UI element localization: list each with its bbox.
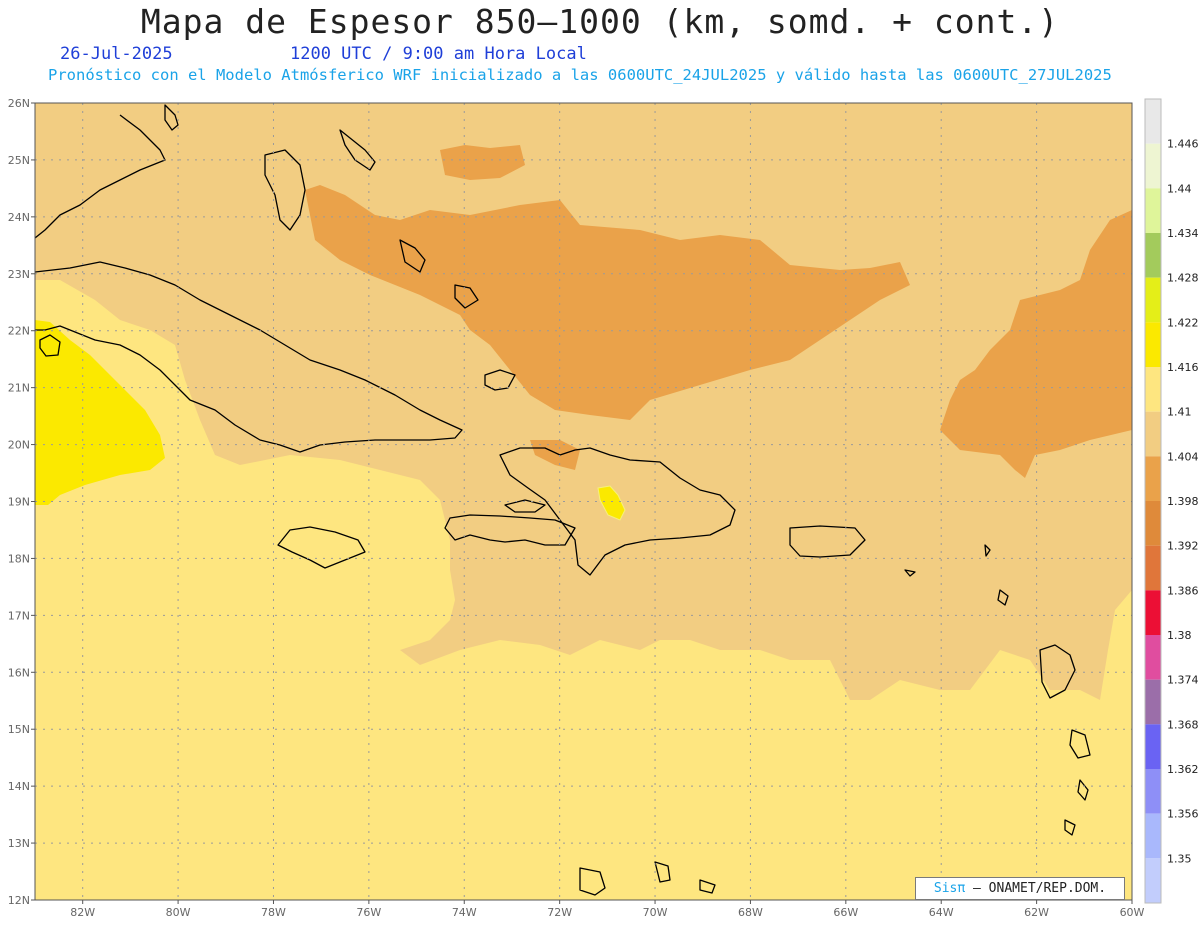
colorbar-swatch <box>1145 635 1161 680</box>
lat-label: 22N <box>8 325 30 338</box>
colorbar-swatch <box>1145 456 1161 501</box>
colorbar-swatch <box>1145 590 1161 635</box>
colorbar-swatch <box>1145 322 1161 367</box>
colorbar-swatch <box>1145 233 1161 278</box>
lon-label: 80W <box>166 906 191 919</box>
colorbar-swatch <box>1145 143 1161 189</box>
lon-label: 66W <box>833 906 858 919</box>
thickness-map: 26N 25N 24N 23N 22N 21N 20N 19N 18N 17N 16N 15N 14N 1… <box>8 97 1199 919</box>
credit-text: – ONAMET/REP.DOM. <box>965 881 1107 896</box>
colorbar-label: 1.38 <box>1167 629 1192 642</box>
lat-label: 18N <box>8 552 30 565</box>
lat-label: 19N <box>8 496 30 509</box>
colorbar-label: 1.398 <box>1167 495 1199 508</box>
colorbar-swatch <box>1145 367 1161 412</box>
colorbar-label: 1.374 <box>1167 674 1199 687</box>
lat-label: 21N <box>8 382 30 395</box>
lat-label: 15N <box>8 723 30 736</box>
colorbar-label: 1.416 <box>1167 361 1199 374</box>
lon-label: 62W <box>1024 906 1049 919</box>
colorbar-label: 1.368 <box>1167 718 1199 731</box>
colorbar-swatch <box>1145 545 1161 591</box>
lat-label: 25N <box>8 154 30 167</box>
colorbar-label: 1.434 <box>1167 227 1199 240</box>
colorbar-label: 1.386 <box>1167 584 1199 597</box>
colorbar-swatch <box>1145 99 1161 144</box>
map-plot-area <box>35 103 1132 900</box>
colorbar-label: 1.392 <box>1167 540 1199 553</box>
colorbar-swatch <box>1145 411 1161 457</box>
lat-label: 23N <box>8 268 30 281</box>
colorbar-swatch <box>1145 858 1161 903</box>
colorbar-label: 1.404 <box>1167 450 1199 463</box>
lat-label: 26N <box>8 97 30 110</box>
lat-label: 17N <box>8 609 30 622</box>
colorbar-label: 1.446 <box>1167 138 1199 151</box>
lat-label: 12N <box>8 894 30 907</box>
colorbar-swatch <box>1145 188 1161 233</box>
lon-label: 78W <box>261 906 286 919</box>
lon-label: 74W <box>452 906 477 919</box>
longitude-labels: 82W 80W 78W 76W 74W 72W 70W 68W 66W 64W 62W 60W <box>70 900 1145 919</box>
colorbar-swatch <box>1145 813 1161 859</box>
lon-label: 68W <box>738 906 763 919</box>
lat-label: 20N <box>8 439 30 452</box>
lon-label: 72W <box>547 906 572 919</box>
sispi-logo: Sisπ <box>933 881 966 896</box>
colorbar-label: 1.356 <box>1167 808 1199 821</box>
lon-label: 60W <box>1120 906 1145 919</box>
colorbar-swatch <box>1145 769 1161 814</box>
colorbar-label: 1.41 <box>1167 406 1192 419</box>
colorbar-label: 1.422 <box>1167 316 1199 329</box>
colorbar-label: 1.428 <box>1167 272 1199 285</box>
lon-label: 64W <box>929 906 954 919</box>
colorbar-label: 1.35 <box>1167 852 1192 865</box>
lat-label: 13N <box>8 837 30 850</box>
colorbar-label: 1.362 <box>1167 763 1199 776</box>
lon-label: 82W <box>70 906 95 919</box>
colorbar-swatch <box>1145 501 1161 546</box>
colorbar-swatch <box>1145 277 1161 323</box>
colorbar-swatch <box>1145 724 1161 769</box>
lat-label: 16N <box>8 666 30 679</box>
colorbar-swatch <box>1145 679 1161 725</box>
lat-label: 14N <box>8 780 30 793</box>
lon-label: 70W <box>643 906 668 919</box>
latitude-labels: 26N 25N 24N 23N 22N 21N 20N 19N 18N 17N 16N 15N 14N 1… <box>8 97 35 907</box>
lon-label: 76W <box>356 906 381 919</box>
colorbar-label: 1.44 <box>1167 182 1192 195</box>
colorbar: 1.446 1.44 1.434 1.428 1.422 1.416 1.41 1.404 1.… <box>1144 98 1199 904</box>
lat-label: 24N <box>8 211 30 224</box>
credit-box: Sisπ – ONAMET/REP.DOM. <box>915 877 1125 900</box>
